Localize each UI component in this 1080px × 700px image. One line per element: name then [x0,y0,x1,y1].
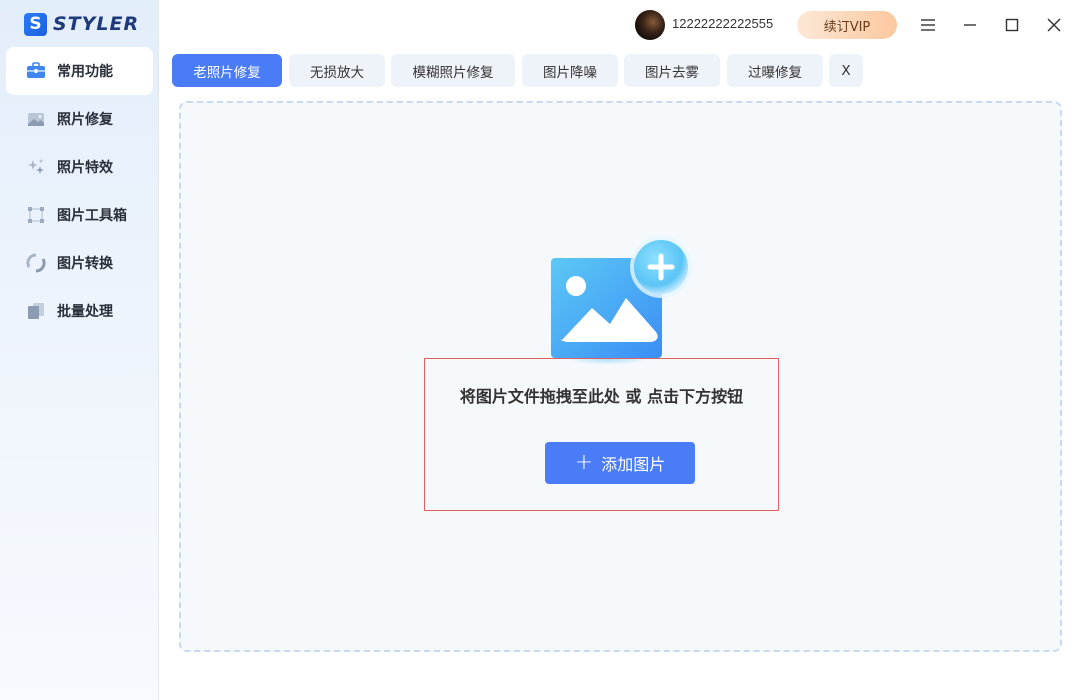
sidebar-item-batch-process[interactable]: 批量处理 [6,287,153,335]
tab-overexposure-repair[interactable]: 过曝修复 [727,54,823,87]
add-image-label: 添加图片 [601,455,666,474]
sparkle-icon [26,157,46,177]
sidebar-item-image-convert[interactable]: 图片转换 [6,239,153,287]
sidebar-item-photo-repair[interactable]: 照片修复 [6,95,153,143]
tab-close-button[interactable]: X [829,54,863,87]
minimize-icon[interactable] [957,12,983,38]
crop-frame-icon [26,205,46,225]
tab-image-dehaze[interactable]: 图片去雾 [624,54,720,87]
sidebar-nav: 常用功能 照片修复 照片特效 图片工具箱 图片转换 批量处理 [6,47,153,335]
sidebar-item-label: 照片特效 [57,160,113,176]
avatar[interactable] [635,10,665,40]
tab-old-photo-repair[interactable]: 老照片修复 [172,54,282,87]
stack-icon [26,301,46,321]
username[interactable]: 12222222222555 [672,16,773,31]
sidebar-item-label: 图片工具箱 [57,208,127,224]
sidebar-item-label: 常用功能 [57,64,113,80]
photo-icon [26,109,46,129]
tab-blurry-photo-repair[interactable]: 模糊照片修复 [391,54,515,87]
maximize-icon[interactable] [999,12,1025,38]
app-name: STYLER [53,13,140,35]
add-image-illustration-icon [548,236,698,366]
add-image-button[interactable]: + 添加图片 [545,442,695,484]
highlight-box [424,358,779,511]
sidebar-item-photo-effects[interactable]: 照片特效 [6,143,153,191]
tab-image-denoise[interactable]: 图片降噪 [522,54,618,87]
renew-vip-button[interactable]: 续订VIP [797,11,897,39]
logo-mark-icon: S [24,12,47,36]
tab-lossless-upscale[interactable]: 无损放大 [289,54,385,87]
sidebar-item-label: 照片修复 [57,112,113,128]
sidebar-item-common-functions[interactable]: 常用功能 [6,47,153,95]
menu-icon[interactable] [915,12,941,38]
sidebar-item-label: 批量处理 [57,304,113,320]
sidebar: S STYLER 常用功能 照片修复 照片特效 图片工具箱 图片转换 批量处理 [0,0,159,700]
sidebar-item-image-toolbox[interactable]: 图片工具箱 [6,191,153,239]
toolbox-icon [26,61,46,81]
plus-icon: + [574,450,594,475]
drop-hint-text: 将图片文件拖拽至此处 或 点击下方按钮 [459,387,744,406]
close-icon[interactable] [1041,12,1067,38]
sidebar-item-label: 图片转换 [57,256,113,272]
app-logo: S STYLER [24,12,139,36]
convert-icon [26,253,46,273]
